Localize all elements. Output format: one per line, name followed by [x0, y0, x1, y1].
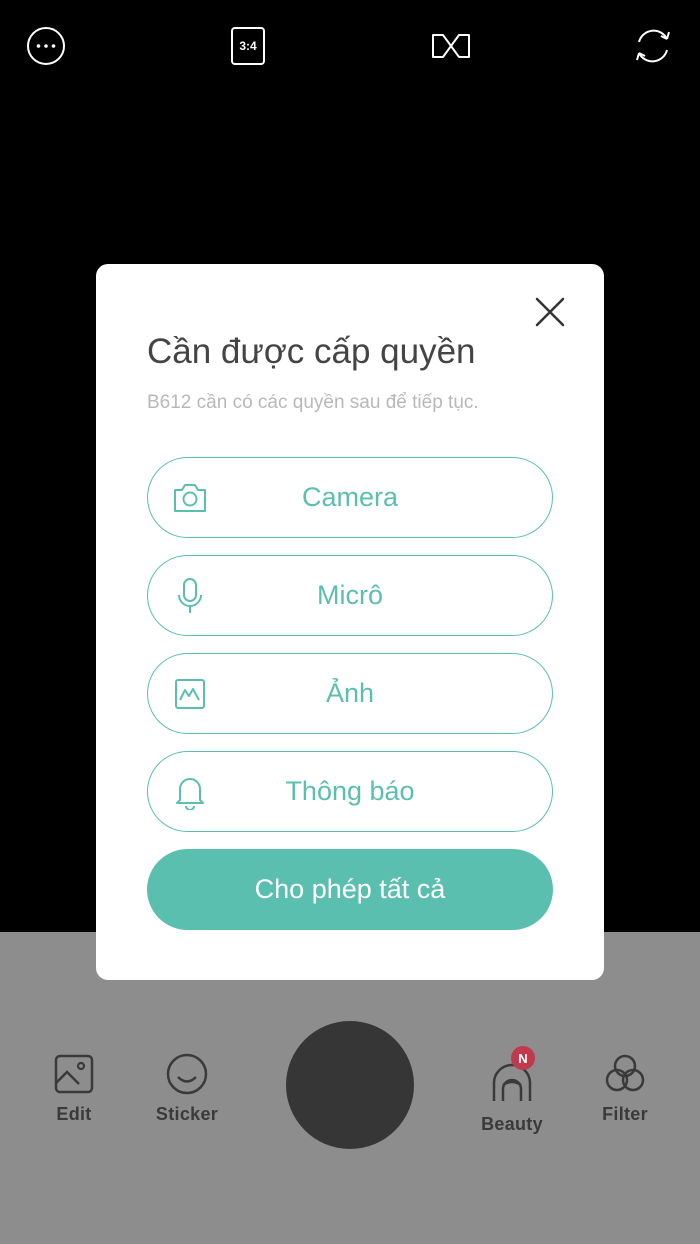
allow-all-label: Cho phép tất cả: [254, 874, 446, 904]
aspect-ratio-button[interactable]: 3:4: [224, 22, 272, 70]
camera-permission-button[interactable]: Camera: [147, 457, 553, 538]
camera-flip-icon: [636, 29, 670, 63]
photos-permission-button[interactable]: Ảnh: [147, 653, 553, 734]
effects-button[interactable]: [427, 22, 475, 70]
sticker-button[interactable]: Sticker: [132, 1050, 242, 1125]
microphone-permission-button[interactable]: Micrô: [147, 555, 553, 636]
bell-icon: [170, 772, 210, 812]
flip-camera-button[interactable]: [629, 22, 677, 70]
ellipsis-circle-icon: [27, 27, 65, 65]
aspect-ratio-label: 3:4: [239, 39, 257, 53]
close-button[interactable]: [530, 292, 570, 332]
camera-top-bar: 3:4: [0, 0, 700, 92]
more-options-button[interactable]: [22, 22, 70, 70]
permission-dialog: Cần được cấp quyền B612 cần có các quyền…: [96, 264, 604, 980]
filter-button[interactable]: Filter: [570, 1050, 680, 1125]
camera-icon: [170, 478, 210, 518]
microphone-icon: [170, 576, 210, 616]
beauty-button[interactable]: Beauty: [457, 1060, 567, 1135]
dialog-title: Cần được cấp quyền: [147, 332, 476, 371]
close-icon: [535, 297, 565, 327]
filter-circles-icon: [601, 1050, 649, 1098]
notifications-permission-button[interactable]: Thông báo: [147, 751, 553, 832]
filter-label: Filter: [602, 1104, 648, 1124]
edit-label: Edit: [56, 1104, 92, 1124]
camera-permission-label: Camera: [301, 482, 399, 512]
infinity-icon: [432, 34, 470, 58]
notifications-permission-label: Thông báo: [285, 776, 415, 806]
new-badge: N: [511, 1046, 535, 1070]
shutter-button[interactable]: [286, 1021, 414, 1149]
smiley-icon: [163, 1050, 211, 1098]
dialog-subtitle: B612 cần có các quyền sau để tiếp tục.: [147, 392, 479, 413]
photo-icon: [170, 674, 210, 714]
edit-button[interactable]: Edit: [19, 1050, 129, 1125]
beauty-label: Beauty: [481, 1114, 543, 1134]
photos-permission-label: Ảnh: [325, 678, 375, 708]
microphone-permission-label: Micrô: [317, 580, 383, 610]
allow-all-button[interactable]: Cho phép tất cả: [147, 849, 553, 930]
image-edit-icon: [50, 1050, 98, 1098]
sticker-label: Sticker: [155, 1104, 219, 1124]
